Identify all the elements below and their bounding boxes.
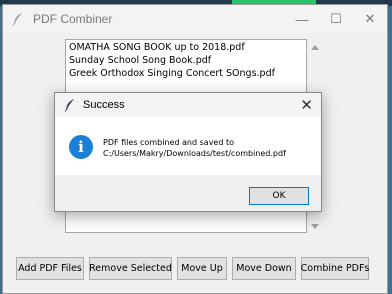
maximize-button[interactable]: ☐ [319,5,353,33]
add-pdf-files-button[interactable]: Add PDF Files [16,257,84,280]
list-item[interactable]: OMATHA SONG BOOK up to 2018.pdf [66,41,306,54]
minimize-button[interactable]: — [285,5,319,33]
dialog-message: PDF files combined and saved to C:/Users… [103,137,313,159]
success-dialog: Success ✕ i PDF files combined and saved… [54,92,322,212]
dialog-message-line: PDF files combined and saved to [103,138,234,147]
feather-icon [11,12,25,26]
feather-icon [63,98,77,112]
window-titlebar[interactable]: PDF Combiner — ☐ ✕ [3,5,387,33]
combine-pdfs-button[interactable]: Combine PDFs [301,257,369,280]
dialog-footer: OK [55,175,321,211]
window-controls: — ☐ ✕ [285,5,387,33]
list-item[interactable]: Greek Orthodox Singing Concert SOngs.pdf [66,67,306,80]
scroll-down-arrow-icon[interactable] [311,224,319,229]
remove-selected-button[interactable]: Remove Selected [89,257,172,280]
scroll-up-arrow-icon[interactable] [311,45,319,50]
dialog-message-path: C:/Users/Makry/Downloads/test/combined.p… [103,149,286,158]
dialog-titlebar[interactable]: Success ✕ [55,93,321,117]
move-down-button[interactable]: Move Down [232,257,296,280]
move-up-button[interactable]: Move Up [177,257,227,280]
list-item[interactable]: Sunday School Song Book.pdf [66,54,306,67]
dialog-close-icon[interactable]: ✕ [300,96,313,114]
ok-button[interactable]: OK [249,187,309,205]
dialog-body: i PDF files combined and saved to C:/Use… [55,117,321,175]
info-icon: i [69,135,93,159]
window-title: PDF Combiner [33,12,113,26]
dialog-title: Success [83,99,125,111]
close-button[interactable]: ✕ [353,5,387,33]
